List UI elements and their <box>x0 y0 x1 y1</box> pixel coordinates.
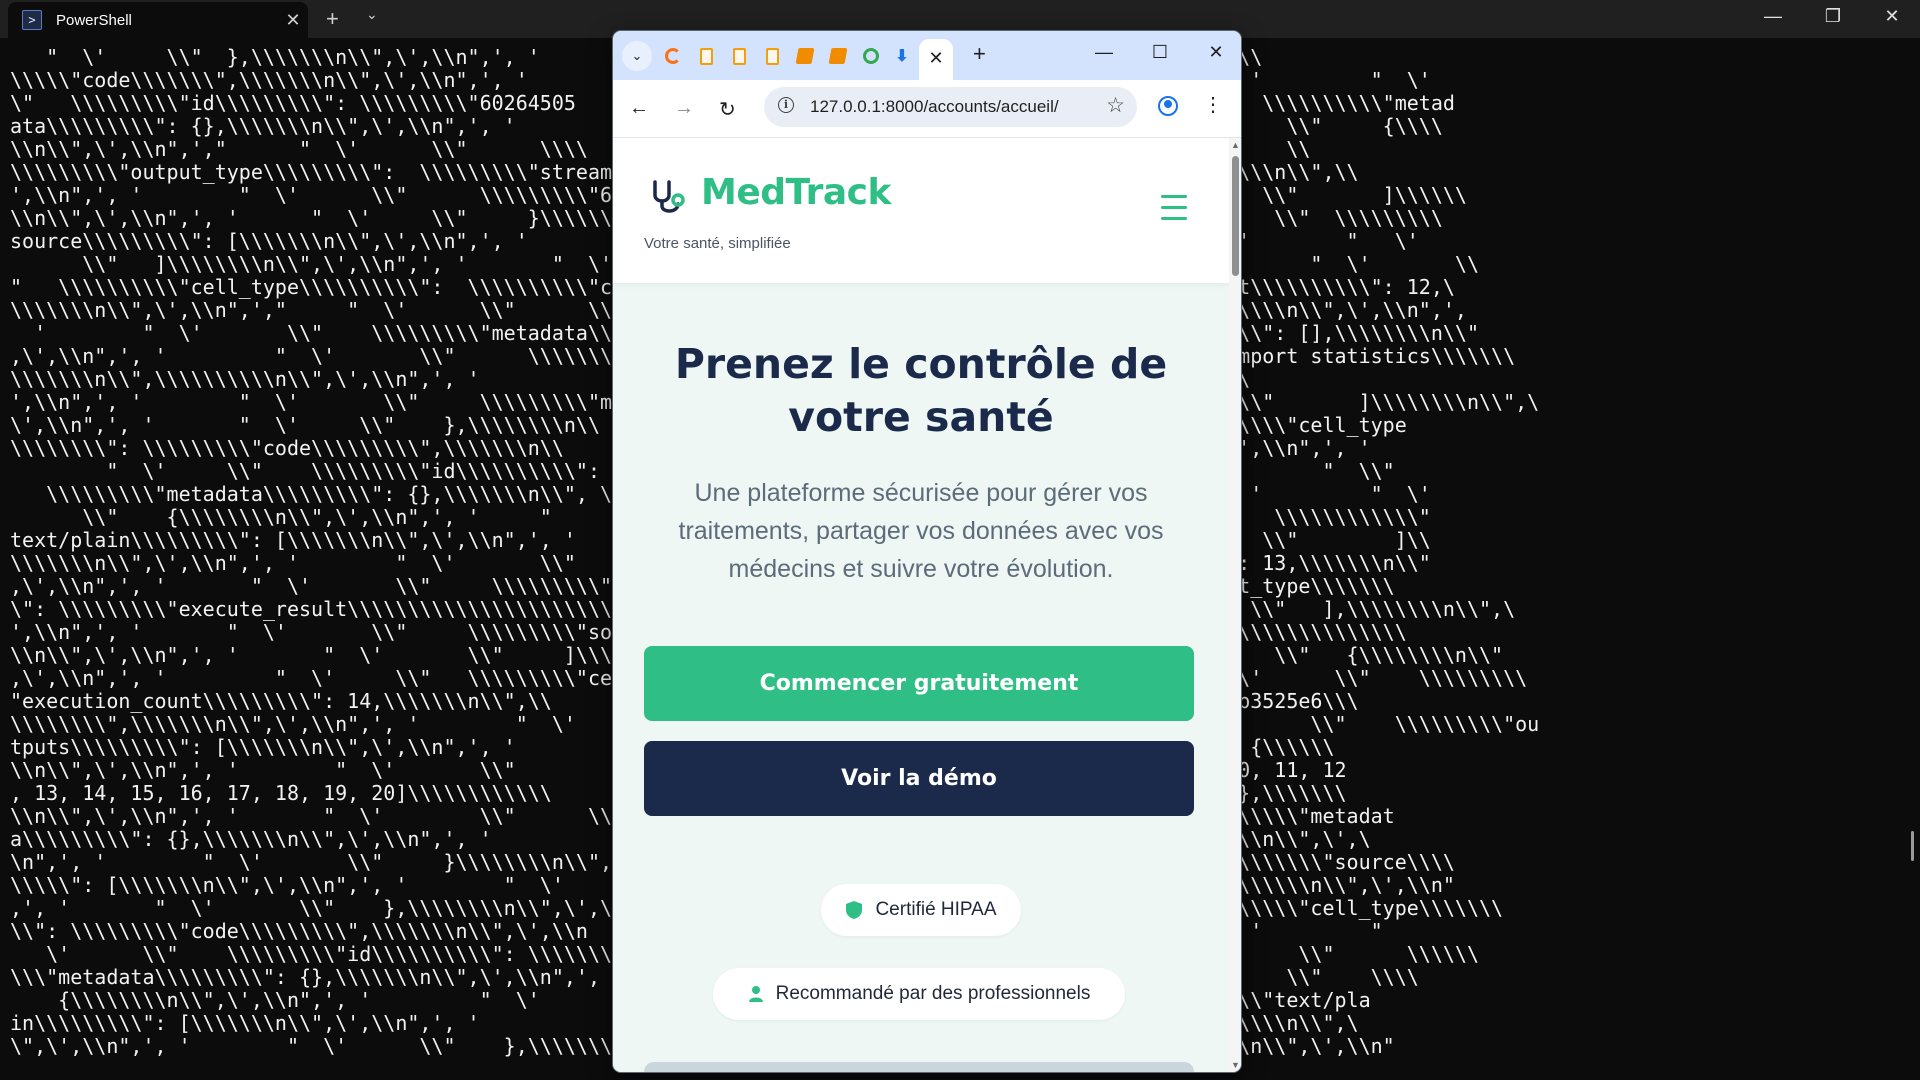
brand-tagline: Votre santé, simplifiée <box>644 235 791 252</box>
scroll-up-icon[interactable]: ▲ <box>1231 140 1240 150</box>
tab-book-icon[interactable] <box>827 45 849 67</box>
browser-menu-button[interactable]: ⋮ <box>1203 92 1223 117</box>
terminal-tab-title: PowerShell <box>56 11 132 29</box>
browser-new-tab-button[interactable]: + <box>973 41 986 67</box>
forward-button[interactable]: → <box>674 97 694 120</box>
profile-icon[interactable] <box>1158 96 1178 116</box>
start-free-button[interactable]: Commencer gratuitement <box>644 646 1194 721</box>
terminal-new-tab-button[interactable]: + <box>326 6 339 32</box>
tab-book-icon[interactable] <box>794 45 816 67</box>
hamburger-icon[interactable] <box>1161 195 1187 228</box>
tab-document-icon[interactable] <box>728 45 750 67</box>
view-demo-button[interactable]: Voir la démo <box>644 741 1194 816</box>
terminal-tab-close-button[interactable]: ✕ <box>278 10 308 31</box>
bookmark-star-icon[interactable]: ☆ <box>1106 93 1125 118</box>
powershell-icon: > <box>22 10 42 30</box>
hero-description: Une plateforme sécurisée pour gérer vos … <box>678 479 1164 583</box>
hero-image-preview <box>644 1062 1194 1072</box>
tab-document-icon[interactable] <box>761 45 783 67</box>
shield-icon <box>846 901 863 919</box>
tab-download-icon[interactable]: ⬇ <box>891 45 913 67</box>
active-tab-close-button[interactable]: ✕ <box>919 39 953 80</box>
hero-title: Prenez le contrôle de votre santé <box>674 340 1168 441</box>
hipaa-badge-label: Certifié HIPAA <box>875 899 997 920</box>
back-button[interactable]: ← <box>629 97 649 120</box>
scrollbar-thumb[interactable] <box>1232 156 1239 276</box>
hipaa-badge: Certifié HIPAA <box>821 884 1021 936</box>
terminal-minimize-button[interactable]: — <box>1753 6 1793 27</box>
browser-tab-strip: ⌄ ⬇ ✕ + — ☐ ✕ <box>613 31 1241 80</box>
tab-circle-icon[interactable] <box>860 45 882 67</box>
page-viewport[interactable]: MedTrack Votre santé, simplifiée Prenez … <box>613 138 1229 1072</box>
terminal-tab-dropdown-icon[interactable]: ⌄ <box>366 6 378 23</box>
scroll-down-icon[interactable]: ▼ <box>1231 1060 1240 1070</box>
recommended-badge: Recommandé par des professionnels <box>713 968 1125 1020</box>
address-url[interactable]: 127.0.0.1:8000/accounts/accueil/ <box>810 97 1059 117</box>
stethoscope-icon <box>653 180 685 213</box>
address-bar[interactable]: i 127.0.0.1:8000/accounts/accueil/ ☆ <box>764 87 1137 127</box>
terminal-maximize-button[interactable]: ❐ <box>1813 6 1853 27</box>
site-info-icon[interactable]: i <box>778 97 794 113</box>
browser-close-button[interactable]: ✕ <box>1196 42 1236 63</box>
doctor-icon <box>748 986 763 1002</box>
site-header: MedTrack Votre santé, simplifiée <box>613 138 1229 283</box>
reload-button[interactable]: ↻ <box>719 97 736 122</box>
tab-loading-icon[interactable] <box>662 45 684 67</box>
terminal-close-button[interactable]: ✕ <box>1872 6 1912 27</box>
browser-minimize-button[interactable]: — <box>1084 42 1124 63</box>
brand-name[interactable]: MedTrack <box>701 172 891 213</box>
recommended-badge-label: Recommandé par des professionnels <box>775 983 1091 1004</box>
browser-toolbar: ← → ↻ i 127.0.0.1:8000/accounts/accueil/… <box>613 80 1241 138</box>
terminal-tab[interactable]: > PowerShell ✕ <box>8 2 308 38</box>
terminal-scroll-indicator[interactable] <box>1911 831 1914 861</box>
browser-window: ⌄ ⬇ ✕ + — ☐ ✕ ← → ↻ i 127.0.0.1:8000/acc… <box>613 31 1241 1072</box>
tab-document-icon[interactable] <box>695 45 717 67</box>
tab-search-button[interactable]: ⌄ <box>622 41 652 71</box>
browser-maximize-button[interactable]: ☐ <box>1140 42 1180 63</box>
page-scrollbar[interactable]: ▲ ▼ <box>1229 138 1241 1072</box>
